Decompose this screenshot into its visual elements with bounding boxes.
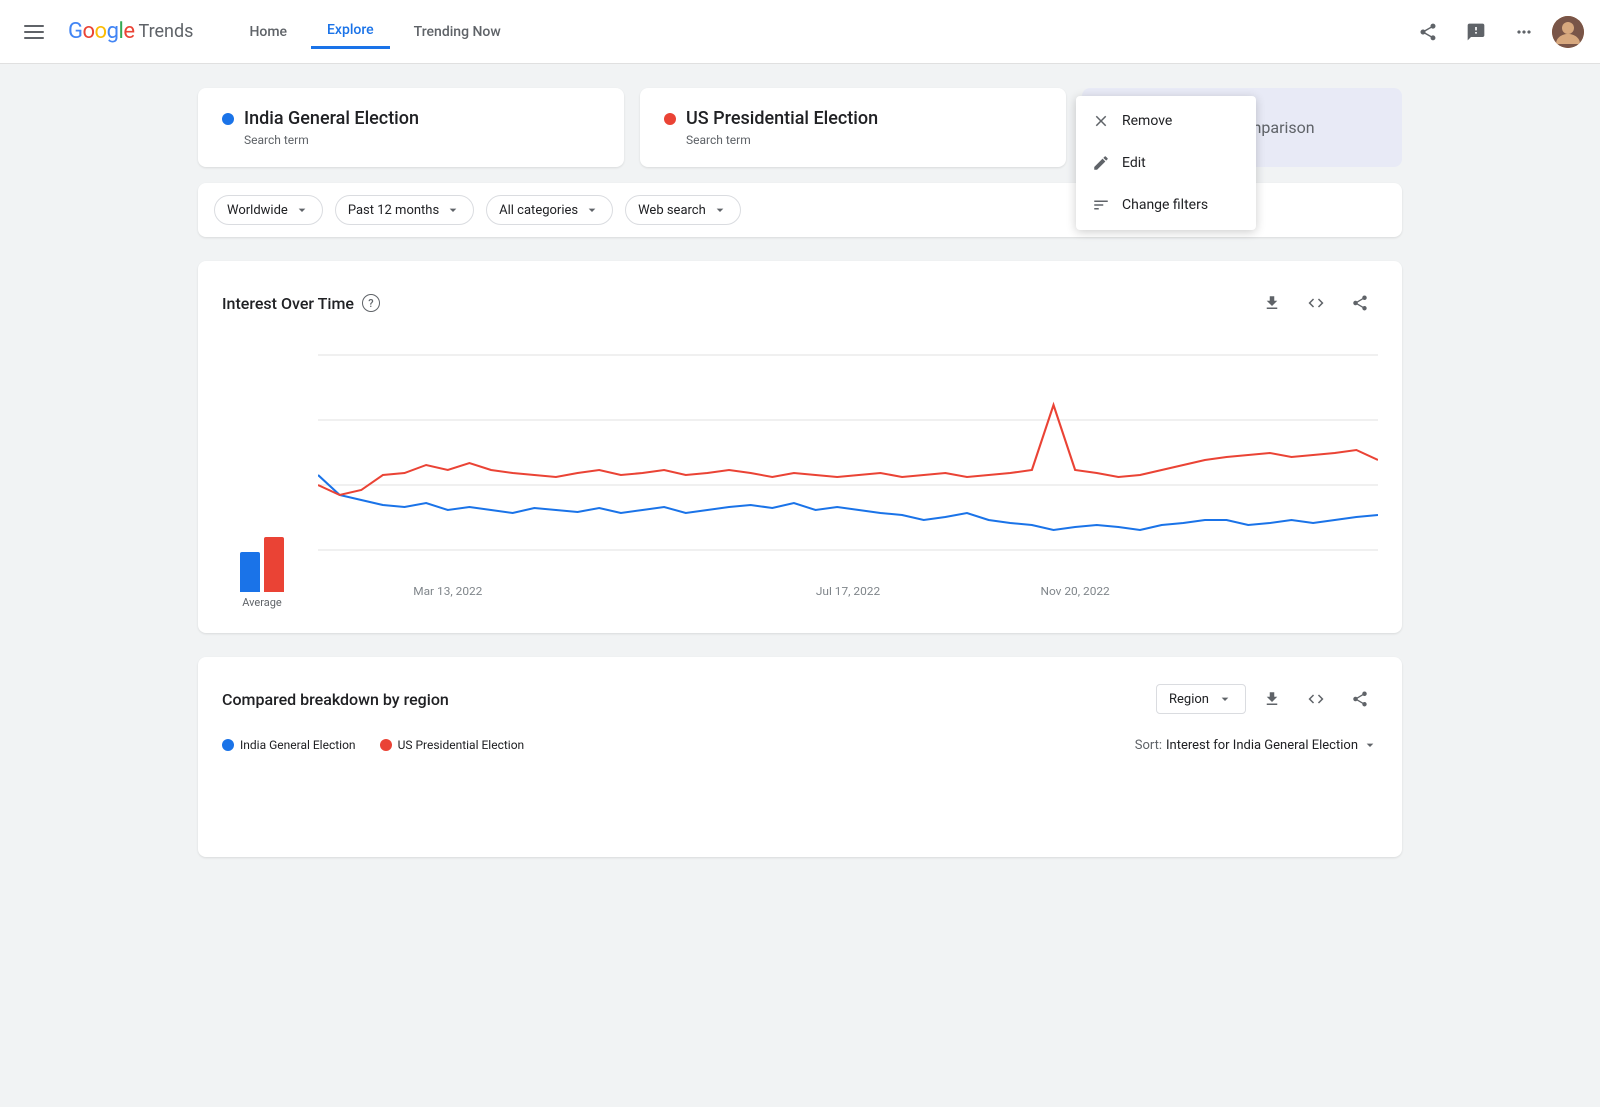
breakdown-title-text: Compared breakdown by region [222, 690, 449, 709]
sort-value[interactable]: Interest for India General Election [1166, 737, 1378, 753]
breakdown-title: Compared breakdown by region [222, 690, 449, 709]
chart-embed-icon[interactable] [1298, 285, 1334, 321]
nav-trending-now[interactable]: Trending Now [398, 16, 517, 48]
chart-help-icon[interactable]: ? [362, 294, 380, 312]
region-selector[interactable]: Region [1156, 684, 1246, 714]
chart-section-title: Interest Over Time ? [222, 294, 380, 313]
interest-over-time-section: Interest Over Time ? [198, 261, 1402, 633]
filter-region[interactable]: Worldwide [214, 195, 323, 225]
chart-container: Average 100 75 50 25 [222, 345, 1378, 609]
search-term-title-us: US Presidential Election [664, 108, 1042, 129]
context-menu-remove[interactable]: Remove [1076, 100, 1256, 142]
breakdown-embed-icon[interactable] [1298, 681, 1334, 717]
svg-text:Mar 13, 2022: Mar 13, 2022 [413, 584, 482, 597]
breakdown-actions: Region [1156, 681, 1378, 717]
legend-india: India General Election [222, 738, 356, 752]
legend-label-us: US Presidential Election [398, 738, 525, 752]
legend-us: US Presidential Election [380, 738, 525, 752]
hamburger-menu[interactable] [16, 17, 52, 47]
nav-explore[interactable]: Explore [311, 14, 390, 49]
google-logo-text: Google [68, 19, 134, 44]
chart-actions [1254, 285, 1378, 321]
context-menu-change-filters[interactable]: Change filters [1076, 184, 1256, 226]
context-menu: Remove Edit Change filters [1076, 96, 1256, 230]
feedback-icon[interactable] [1456, 12, 1496, 52]
legend-label-india: India General Election [240, 738, 356, 752]
svg-text:Jul 17, 2022: Jul 17, 2022 [816, 584, 880, 597]
filter-category-label: All categories [499, 203, 578, 218]
context-menu-remove-label: Remove [1122, 113, 1172, 129]
search-term-label-us: US Presidential Election [686, 108, 878, 129]
context-menu-edit-label: Edit [1122, 155, 1146, 171]
apps-icon[interactable] [1504, 12, 1544, 52]
avg-bar-blue [240, 552, 260, 592]
average-label: Average [242, 596, 282, 609]
breakdown-section: Compared breakdown by region Region [198, 657, 1402, 857]
breakdown-footer: India General Election US Presidential E… [222, 737, 1378, 753]
share-icon[interactable] [1408, 12, 1448, 52]
logo: Google Trends [68, 19, 193, 44]
context-menu-edit[interactable]: Edit [1076, 142, 1256, 184]
search-terms-row: India General Election Search term US Pr… [198, 88, 1402, 167]
search-term-type-us: Search term [686, 133, 1042, 147]
search-term-type-india: Search term [244, 133, 600, 147]
chart-average: Average [222, 532, 302, 609]
chart-download-icon[interactable] [1254, 285, 1290, 321]
breakdown-share-icon[interactable] [1342, 681, 1378, 717]
sort-prefix: Sort: [1135, 738, 1162, 753]
filter-region-label: Worldwide [227, 203, 288, 218]
main-nav: Home Explore Trending Now [233, 14, 516, 49]
header-left: Google Trends Home Explore Trending Now [16, 14, 1408, 49]
region-selector-label: Region [1169, 692, 1209, 707]
legend-dot-india [222, 739, 234, 751]
chart-svg: 100 75 50 25 Mar 13, 2022 Jul 17, 2022 N… [318, 345, 1378, 605]
sort-value-text: Interest for India General Election [1166, 738, 1358, 753]
filter-time-label: Past 12 months [348, 203, 439, 218]
chart-title: Interest Over Time [222, 294, 354, 313]
avatar[interactable] [1552, 16, 1584, 48]
search-term-card-us[interactable]: US Presidential Election Search term Rem… [640, 88, 1066, 167]
dot-us [664, 113, 676, 125]
chart-main: 100 75 50 25 Mar 13, 2022 Jul 17, 2022 N… [318, 345, 1378, 609]
average-bars [240, 532, 284, 592]
chart-section-header: Interest Over Time ? [222, 285, 1378, 321]
search-term-label-india: India General Election [244, 108, 419, 129]
legend-row: India General Election US Presidential E… [222, 738, 524, 752]
header-right [1408, 12, 1584, 52]
filter-type-label: Web search [638, 203, 706, 218]
sort-container: Sort: Interest for India General Electio… [1135, 737, 1378, 753]
context-menu-change-filters-label: Change filters [1122, 197, 1208, 213]
filter-time[interactable]: Past 12 months [335, 195, 474, 225]
nav-home[interactable]: Home [233, 16, 303, 48]
search-term-card-india[interactable]: India General Election Search term [198, 88, 624, 167]
dot-india [222, 113, 234, 125]
breakdown-header: Compared breakdown by region Region [222, 681, 1378, 717]
chart-share-icon[interactable] [1342, 285, 1378, 321]
search-term-title-india: India General Election [222, 108, 600, 129]
svg-text:Nov 20, 2022: Nov 20, 2022 [1041, 584, 1110, 597]
filter-category[interactable]: All categories [486, 195, 613, 225]
filter-search-type[interactable]: Web search [625, 195, 741, 225]
legend-dot-us [380, 739, 392, 751]
main-content: India General Election Search term US Pr… [150, 64, 1450, 881]
breakdown-download-icon[interactable] [1254, 681, 1290, 717]
main-header: Google Trends Home Explore Trending Now [0, 0, 1600, 64]
trends-logo-text: Trends [138, 21, 193, 42]
avg-bar-red [264, 537, 284, 592]
